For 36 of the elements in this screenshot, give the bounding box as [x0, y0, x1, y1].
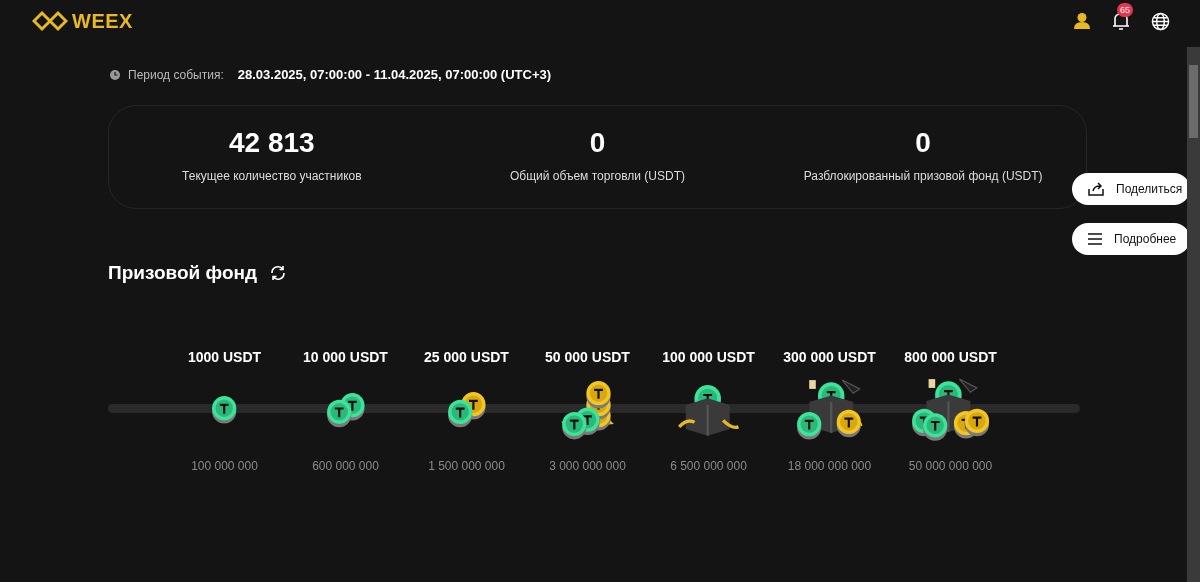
scrollbar[interactable] — [1187, 47, 1200, 582]
volume-threshold: 6 500 000 000 — [670, 458, 747, 475]
stat-label: Общий объем торговли (USDT) — [509, 167, 685, 185]
volume-threshold: 18 000 000 000 — [787, 458, 872, 475]
period-value: 28.03.2025, 07:00:00 - 11.04.2025, 07:00:00 (UTC+3) — [237, 66, 552, 84]
clock-icon — [110, 69, 120, 80]
period-label: Период события: — [128, 66, 224, 84]
stat-value: 0 — [589, 128, 606, 157]
volume-threshold: 50 000 000 000 — [908, 458, 993, 475]
globe-icon[interactable] — [1151, 11, 1170, 31]
stat-value: 0 — [915, 128, 931, 157]
prize-amount: 1000 USDT — [187, 348, 262, 367]
refresh-icon[interactable] — [269, 263, 288, 282]
logo-icon — [32, 10, 68, 32]
volume-threshold: 3 000 000 000 — [549, 458, 626, 475]
section-title: Призовой фонд — [108, 260, 258, 285]
stat-label: Разблокированный призовой фонд (USDT) — [803, 167, 1043, 185]
prize-amount: 100 000 USDT — [662, 348, 755, 367]
bell-icon[interactable] — [1111, 11, 1131, 31]
volume-threshold: 1 500 000 000 — [428, 458, 505, 475]
prize-amount: 25 000 USDT — [424, 348, 509, 367]
share-icon — [1088, 182, 1104, 196]
prize-amount: 300 000 USDT — [783, 348, 876, 367]
details-button[interactable]: Подробнее — [1072, 223, 1190, 255]
prize-amount: 800 000 USDT — [904, 348, 997, 367]
share-button[interactable]: Поделиться — [1072, 173, 1190, 205]
volume-threshold: 600 000 000 — [312, 458, 379, 475]
prize-amount: 10 000 USDT — [303, 348, 388, 367]
prize-amount: 50 000 USDT — [545, 348, 630, 367]
stat-value: 42 813 — [229, 128, 315, 157]
notification-badge: 65 — [1117, 3, 1133, 17]
volume-threshold: 100 000 000 — [191, 458, 258, 475]
logo-text: WEEX — [72, 9, 133, 34]
user-icon[interactable] — [1073, 12, 1091, 30]
menu-icon — [1088, 233, 1102, 245]
stat-label: Текущее количество участников — [182, 167, 362, 185]
